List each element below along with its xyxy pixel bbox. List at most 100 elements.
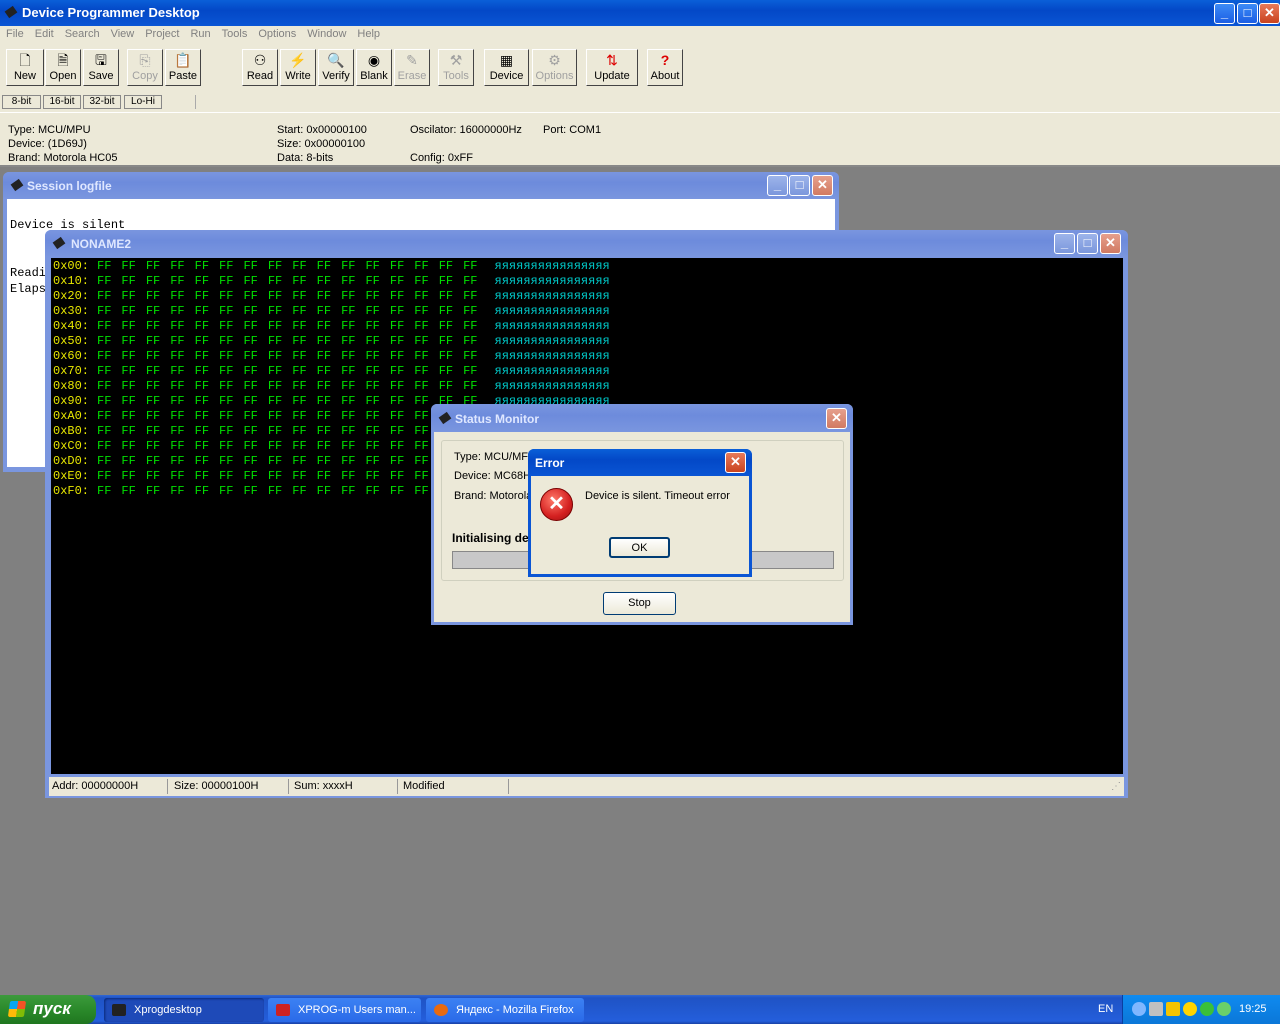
- network-icon[interactable]: [1132, 1002, 1146, 1016]
- resize-grip-icon[interactable]: ⋰: [1111, 781, 1121, 792]
- hex-byte[interactable]: FF: [243, 484, 257, 498]
- hex-byte[interactable]: FF: [390, 454, 404, 468]
- maximize-button[interactable]: □: [1237, 3, 1258, 24]
- hex-byte[interactable]: FF: [390, 289, 404, 303]
- tools-button[interactable]: ⚒ Tools: [438, 49, 474, 86]
- hex-byte[interactable]: FF: [463, 259, 477, 273]
- hex-byte[interactable]: FF: [121, 439, 135, 453]
- hex-byte[interactable]: FF: [317, 469, 331, 483]
- hex-byte[interactable]: FF: [463, 379, 477, 393]
- hex-byte[interactable]: FF: [390, 274, 404, 288]
- hex-byte[interactable]: FF: [97, 289, 111, 303]
- hex-byte[interactable]: FF: [195, 424, 209, 438]
- hex-byte[interactable]: FF: [243, 439, 257, 453]
- hex-byte[interactable]: FF: [170, 334, 184, 348]
- hex-byte[interactable]: FF: [219, 484, 233, 498]
- hex-byte[interactable]: FF: [292, 454, 306, 468]
- hex-byte[interactable]: FF: [268, 379, 282, 393]
- hex-byte[interactable]: FF: [439, 364, 453, 378]
- hex-byte[interactable]: FF: [268, 319, 282, 333]
- hex-byte[interactable]: FF: [365, 334, 379, 348]
- hex-byte[interactable]: FF: [146, 304, 160, 318]
- hex-byte[interactable]: FF: [292, 259, 306, 273]
- hex-row[interactable]: 0x00: FF FF FF FF FF FF FF FF FF FF FF FF FF FF FF FF яяя…: [53, 259, 1121, 274]
- hex-byte[interactable]: FF: [121, 394, 135, 408]
- hex-byte[interactable]: FF: [170, 364, 184, 378]
- hex-byte[interactable]: FF: [170, 409, 184, 423]
- hex-byte[interactable]: FF: [121, 379, 135, 393]
- hex-byte[interactable]: FF: [439, 274, 453, 288]
- hex-byte[interactable]: FF: [146, 289, 160, 303]
- minimize-button[interactable]: _: [1214, 3, 1235, 24]
- view-mode-8-bit[interactable]: 8-bit: [2, 95, 41, 109]
- hex-byte[interactable]: FF: [317, 349, 331, 363]
- save-button[interactable]: 🖫 Save: [83, 49, 119, 86]
- error-dialog[interactable]: Error ✕ ✕ Device is silent. Timeout erro…: [528, 449, 752, 577]
- hex-byte[interactable]: FF: [195, 484, 209, 498]
- hex-byte[interactable]: FF: [341, 334, 355, 348]
- hex-byte[interactable]: FF: [439, 319, 453, 333]
- hex-byte[interactable]: FF: [390, 484, 404, 498]
- hex-byte[interactable]: FF: [243, 319, 257, 333]
- hex-byte[interactable]: FF: [317, 259, 331, 273]
- hex-byte[interactable]: FF: [268, 439, 282, 453]
- menu-view[interactable]: View: [111, 28, 135, 40]
- hex-row[interactable]: 0x20: FF FF FF FF FF FF FF FF FF FF FF FF FF FF FF FF яяя…: [53, 289, 1121, 304]
- hex-byte[interactable]: FF: [268, 259, 282, 273]
- read-button[interactable]: ⚇ Read: [242, 49, 278, 86]
- menu-window[interactable]: Window: [307, 28, 346, 40]
- hex-row[interactable]: 0x60: FF FF FF FF FF FF FF FF FF FF FF FF FF FF FF FF яяя…: [53, 349, 1121, 364]
- menu-file[interactable]: File: [6, 28, 24, 40]
- hex-byte[interactable]: FF: [219, 364, 233, 378]
- start-button[interactable]: пуск: [0, 995, 96, 1024]
- hex-byte[interactable]: FF: [243, 424, 257, 438]
- hex-byte[interactable]: FF: [365, 319, 379, 333]
- hex-byte[interactable]: FF: [219, 469, 233, 483]
- language-indicator[interactable]: EN: [1098, 1003, 1113, 1015]
- hex-byte[interactable]: FF: [268, 394, 282, 408]
- status-monitor-close-button[interactable]: ✕: [826, 408, 847, 429]
- hex-byte[interactable]: FF: [317, 394, 331, 408]
- hex-byte[interactable]: FF: [390, 304, 404, 318]
- taskbar-item[interactable]: XPROG-m Users man...: [268, 998, 421, 1022]
- hex-byte[interactable]: FF: [414, 484, 428, 498]
- hex-byte[interactable]: FF: [195, 334, 209, 348]
- hex-byte[interactable]: FF: [390, 469, 404, 483]
- hex-byte[interactable]: FF: [365, 394, 379, 408]
- hex-byte[interactable]: FF: [439, 304, 453, 318]
- hex-maximize-button[interactable]: □: [1077, 233, 1098, 254]
- close-button[interactable]: ✕: [1259, 3, 1280, 24]
- hex-byte[interactable]: FF: [390, 409, 404, 423]
- hex-byte[interactable]: FF: [121, 424, 135, 438]
- hex-byte[interactable]: FF: [317, 304, 331, 318]
- hex-byte[interactable]: FF: [146, 439, 160, 453]
- update-button[interactable]: ⇅ Update: [586, 49, 638, 86]
- view-mode-lo-hi[interactable]: Lo-Hi: [124, 95, 162, 109]
- hex-byte[interactable]: FF: [268, 349, 282, 363]
- hex-byte[interactable]: FF: [414, 439, 428, 453]
- hex-minimize-button[interactable]: _: [1054, 233, 1075, 254]
- hex-ascii[interactable]: яяяяяяяяяяяяяяяя: [495, 364, 610, 378]
- hex-byte[interactable]: FF: [317, 379, 331, 393]
- hex-byte[interactable]: FF: [317, 289, 331, 303]
- main-title-bar[interactable]: Device Programmer Desktop _ □ ✕: [0, 0, 1280, 26]
- hex-byte[interactable]: FF: [219, 304, 233, 318]
- paste-button[interactable]: 📋 Paste: [165, 49, 201, 86]
- hex-byte[interactable]: FF: [463, 289, 477, 303]
- hex-byte[interactable]: FF: [121, 349, 135, 363]
- hex-byte[interactable]: FF: [195, 469, 209, 483]
- hex-byte[interactable]: FF: [268, 484, 282, 498]
- hex-byte[interactable]: FF: [219, 259, 233, 273]
- logfile-title-bar[interactable]: Session logfile _ □ ✕: [3, 172, 839, 199]
- hex-byte[interactable]: FF: [317, 319, 331, 333]
- hex-byte[interactable]: FF: [341, 439, 355, 453]
- hex-byte[interactable]: FF: [195, 379, 209, 393]
- hex-byte[interactable]: FF: [195, 409, 209, 423]
- hex-byte[interactable]: FF: [121, 334, 135, 348]
- hex-close-button[interactable]: ✕: [1100, 233, 1121, 254]
- hex-byte[interactable]: FF: [268, 274, 282, 288]
- hex-byte[interactable]: FF: [146, 259, 160, 273]
- hex-byte[interactable]: FF: [219, 274, 233, 288]
- hex-byte[interactable]: FF: [292, 319, 306, 333]
- hex-byte[interactable]: FF: [170, 259, 184, 273]
